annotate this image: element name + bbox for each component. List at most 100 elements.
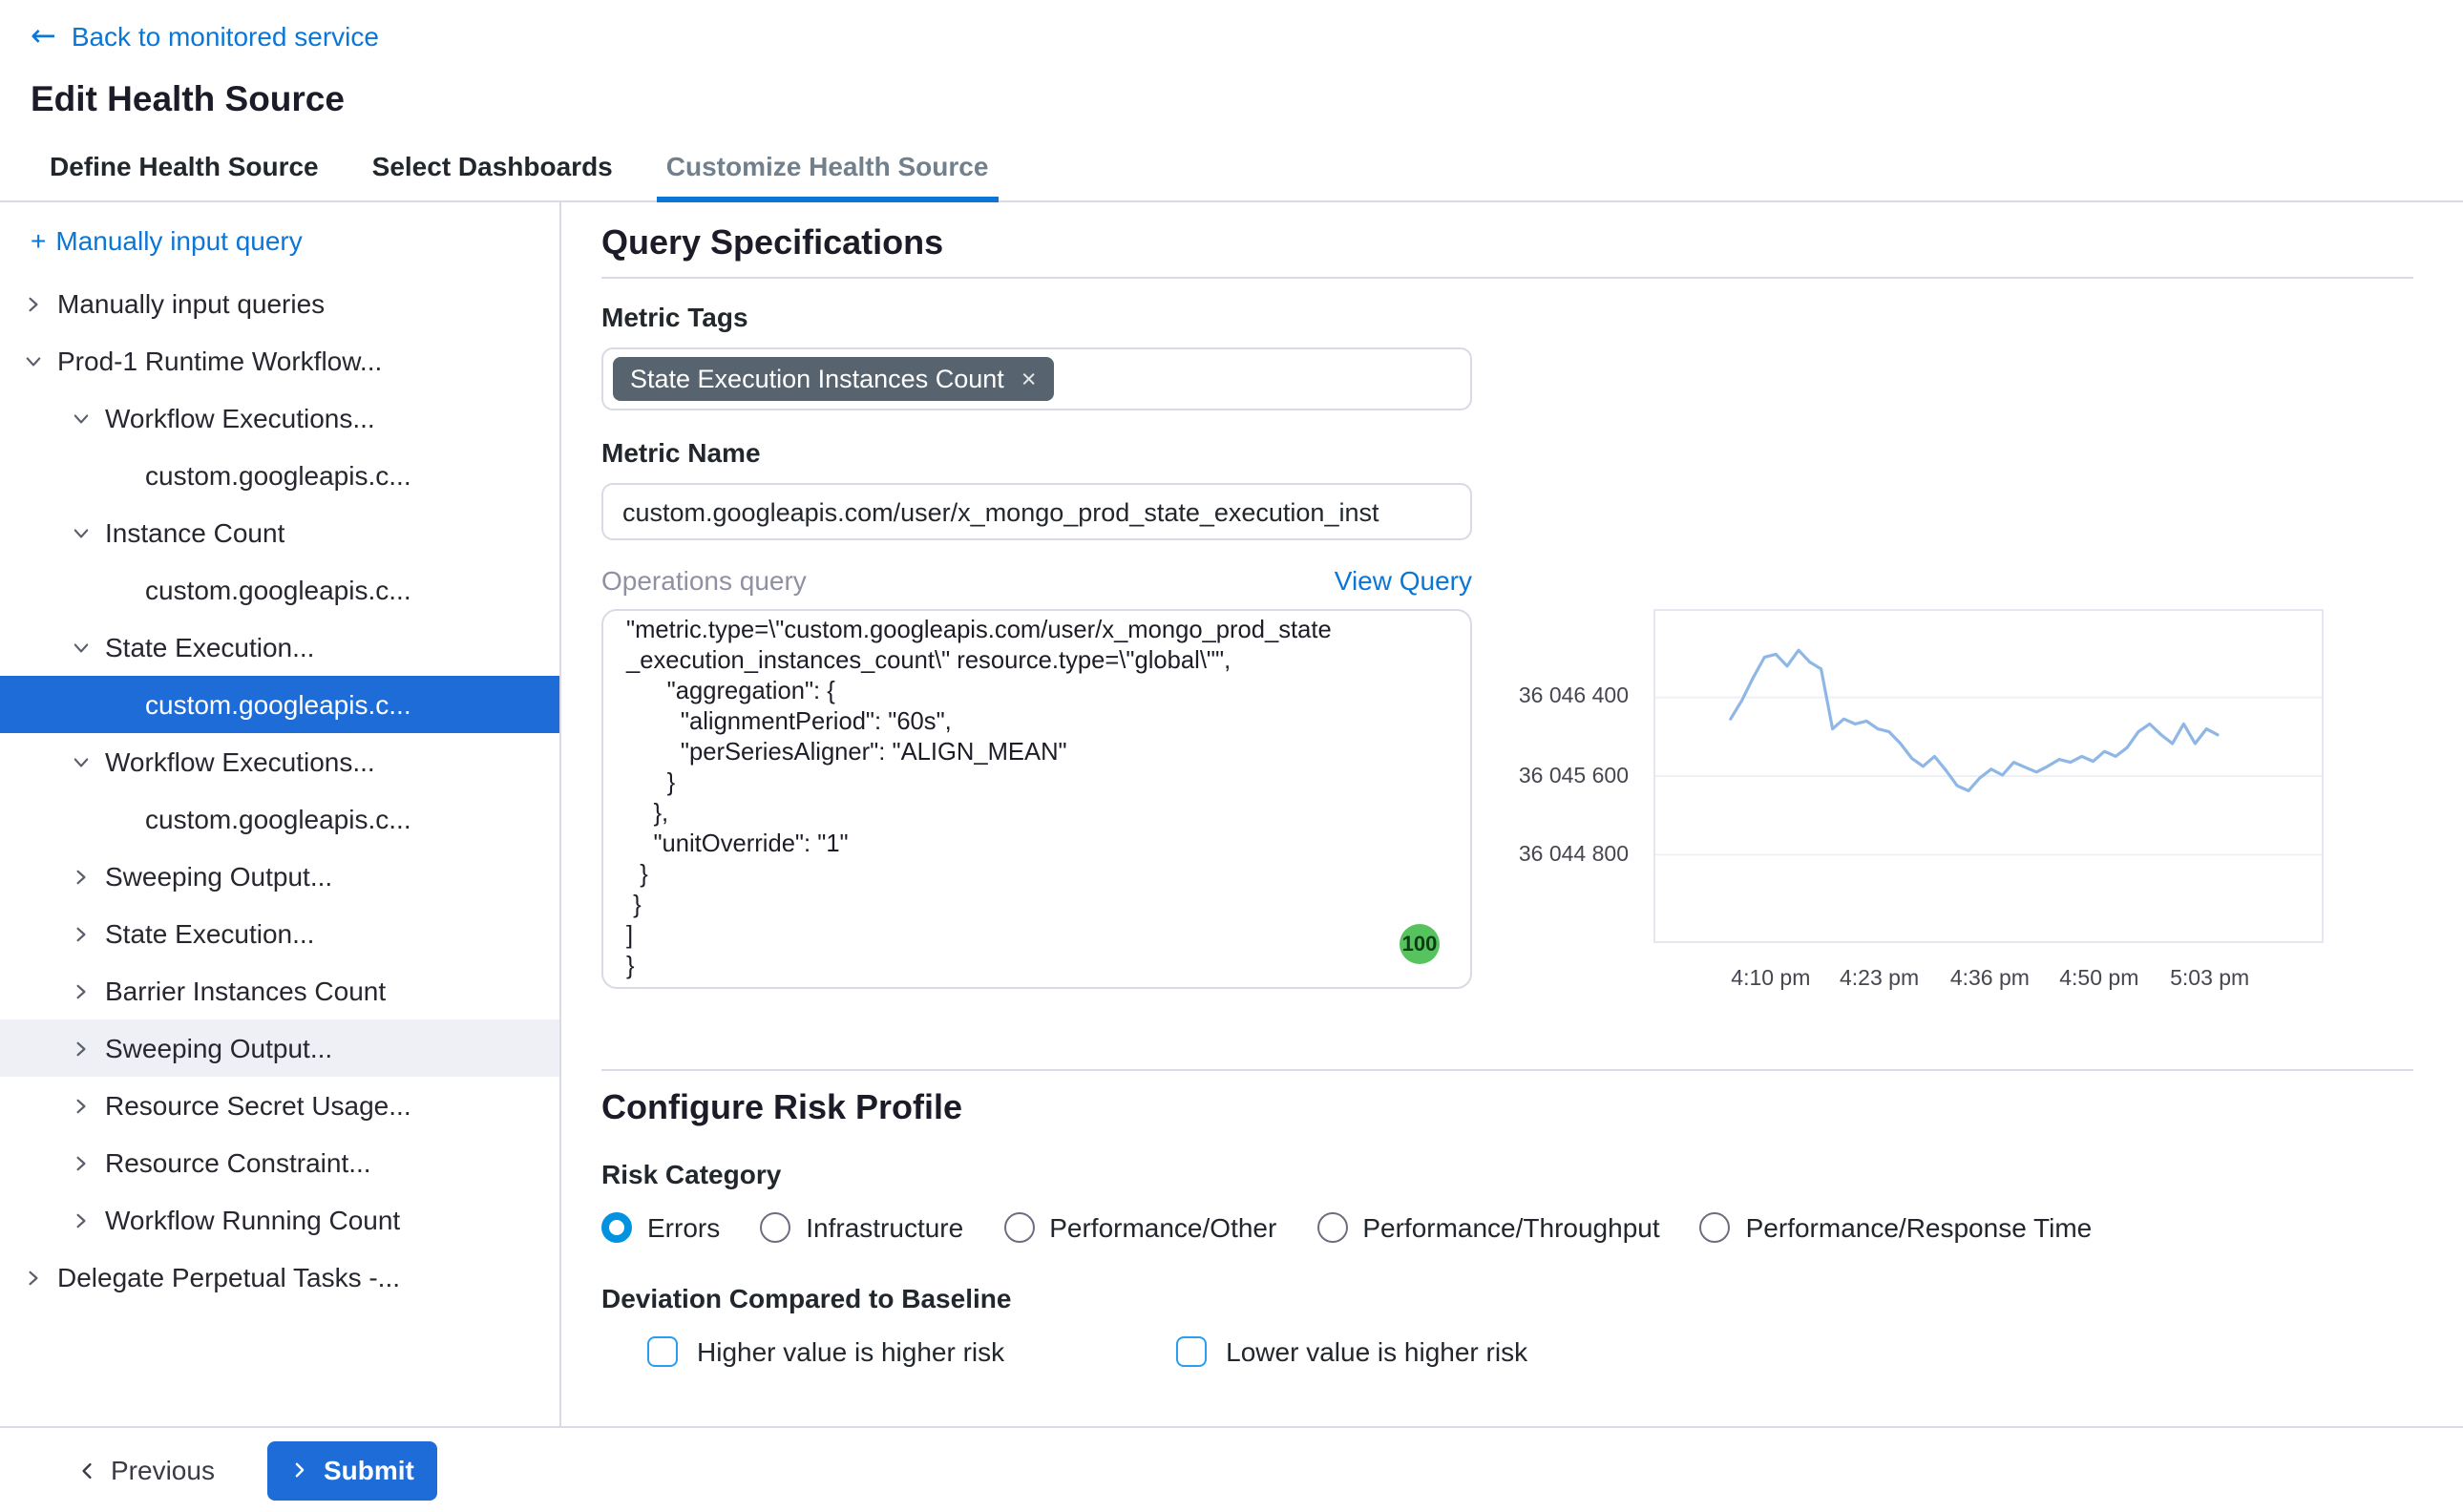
tree-item-prod-1-runtime-workflow[interactable]: Prod-1 Runtime Workflow... (0, 332, 559, 389)
chart-plot-area (1653, 609, 2324, 943)
x-axis-tick-label: 4:23 pm (1840, 968, 1919, 991)
radio-icon (601, 1212, 632, 1243)
chevron-down-icon[interactable] (71, 522, 92, 543)
previous-button-label: Previous (111, 1455, 215, 1485)
chevron-right-icon[interactable] (71, 1209, 92, 1230)
radio-label: Performance/Other (1049, 1212, 1276, 1243)
tab-define-health-source[interactable]: Define Health Source (46, 130, 323, 200)
previous-button[interactable]: Previous (76, 1455, 215, 1485)
risk-category-radio-performance-throughput[interactable]: Performance/Throughput (1316, 1212, 1659, 1243)
deviation-checkbox-lower-value-is-higher-risk[interactable]: Lower value is higher risk (1176, 1336, 1527, 1367)
tree-item-sweeping-output[interactable]: Sweeping Output... (0, 1019, 559, 1077)
chevron-down-icon[interactable] (71, 637, 92, 658)
tree-item-label: Workflow Running Count (105, 1205, 400, 1235)
risk-category-radio-performance-response-time[interactable]: Performance/Response Time (1700, 1212, 2093, 1243)
risk-category-radio-infrastructure[interactable]: Infrastructure (760, 1212, 963, 1243)
operations-query-row: Operations query View Query (601, 563, 1472, 596)
deviation-checkbox-group: Higher value is higher risk Lower value i… (647, 1334, 2413, 1369)
tree-item-sweeping-output[interactable]: Sweeping Output... (0, 848, 559, 905)
tree-item-label: Workflow Executions... (105, 746, 375, 777)
tab-label: Customize Health Source (666, 150, 989, 180)
tree-item-instance-count[interactable]: Instance Count (0, 504, 559, 561)
submit-button[interactable]: Submit (268, 1440, 437, 1500)
tree-item-resource-constraint[interactable]: Resource Constraint... (0, 1134, 559, 1191)
risk-category-radio-errors[interactable]: Errors (601, 1212, 720, 1243)
x-axis-tick-label: 4:10 pm (1731, 968, 1810, 991)
tab-customize-health-source[interactable]: Customize Health Source (663, 130, 993, 200)
risk-category-radio-performance-other[interactable]: Performance/Other (1003, 1212, 1276, 1243)
content-area: + Manually input query Manually input qu… (0, 202, 2463, 1426)
page-header: ← Back to monitored service Edit Health … (0, 0, 2463, 120)
x-axis-tick-label: 4:36 pm (1950, 968, 2030, 991)
tree-item-state-execution[interactable]: State Execution... (0, 619, 559, 676)
chevron-right-icon[interactable] (71, 866, 92, 887)
app-root: ← Back to monitored service Edit Health … (0, 0, 2463, 1512)
deviation-label: Deviation Compared to Baseline (601, 1283, 2413, 1315)
radio-label: Performance/Throughput (1362, 1212, 1659, 1243)
configure-risk-profile-title: Configure Risk Profile (601, 1086, 2413, 1128)
chevron-right-icon[interactable] (23, 1267, 44, 1288)
main-panel: Query Specifications Metric Tags State E… (561, 202, 2463, 1426)
chevron-right-icon[interactable] (23, 293, 44, 314)
chevron-right-icon (291, 1460, 310, 1480)
risk-category-radio-group: Errors Infrastructure Performance/Other Per… (601, 1210, 2413, 1245)
tab-label: Select Dashboards (372, 150, 613, 180)
tree-item-manually-input-queries[interactable]: Manually input queries (0, 275, 559, 332)
chevron-right-icon[interactable] (71, 1095, 92, 1116)
view-query-link[interactable]: View Query (1335, 564, 1472, 595)
operations-query-text: "filter": "metric.type=\"custom.googleap… (626, 609, 1447, 981)
tree-item-workflow-running-count[interactable]: Workflow Running Count (0, 1191, 559, 1249)
manually-input-query-link[interactable]: + Manually input query (0, 221, 559, 260)
operations-query-label: Operations query (601, 564, 807, 595)
tree-item-custom-googleapis-c[interactable]: custom.googleapis.c... (0, 447, 559, 504)
metric-tags-input[interactable]: State Execution Instances Count × (601, 347, 1472, 410)
tree-item-label: custom.googleapis.c... (145, 460, 411, 491)
back-link[interactable]: ← Back to monitored service (31, 21, 379, 52)
tree-item-barrier-instances-count[interactable]: Barrier Instances Count (0, 962, 559, 1019)
tree-item-label: Workflow Executions... (105, 403, 375, 433)
chevron-down-icon[interactable] (23, 350, 44, 371)
radio-label: Performance/Response Time (1746, 1212, 2093, 1243)
query-specifications-title: Query Specifications (601, 221, 2413, 263)
checkbox-label: Higher value is higher risk (697, 1336, 1004, 1367)
metric-name-label: Metric Name (601, 437, 2413, 470)
tab-bar: Define Health Source Select Dashboards Cus… (0, 130, 2463, 202)
metric-tag-chip: State Execution Instances Count × (613, 357, 1054, 401)
metric-name-input[interactable] (601, 483, 1472, 540)
chevron-right-icon[interactable] (71, 1038, 92, 1059)
metric-preview-chart: 36 046 40036 045 60036 044 800 4:10 pm4:… (1653, 609, 2324, 995)
deviation-checkbox-higher-value-is-higher-risk[interactable]: Higher value is higher risk (647, 1336, 1004, 1367)
manually-input-query-label: Manually input query (55, 225, 302, 256)
submit-button-label: Submit (324, 1455, 414, 1485)
operations-query-editor[interactable]: "filter": "metric.type=\"custom.googleap… (601, 609, 1472, 989)
tree-item-custom-googleapis-c[interactable]: custom.googleapis.c... (0, 676, 559, 733)
tab-select-dashboards[interactable]: Select Dashboards (368, 130, 617, 200)
tree-item-workflow-executions[interactable]: Workflow Executions... (0, 733, 559, 790)
tree-item-state-execution[interactable]: State Execution... (0, 905, 559, 962)
tree-item-label: custom.googleapis.c... (145, 689, 411, 720)
chevron-down-icon[interactable] (71, 751, 92, 772)
timeseries-line-chart (1653, 609, 2324, 943)
tree-item-custom-googleapis-c[interactable]: custom.googleapis.c... (0, 790, 559, 848)
tree-item-custom-googleapis-c[interactable]: custom.googleapis.c... (0, 561, 559, 619)
remove-tag-icon[interactable]: × (1021, 365, 1037, 393)
tree-item-workflow-executions[interactable]: Workflow Executions... (0, 389, 559, 447)
chevron-right-icon[interactable] (71, 980, 92, 1001)
back-link-label: Back to monitored service (72, 21, 379, 52)
chevron-right-icon[interactable] (71, 1152, 92, 1173)
tab-label: Define Health Source (50, 150, 319, 180)
tree-item-label: Sweeping Output... (105, 861, 332, 892)
radio-icon (1700, 1212, 1731, 1243)
chevron-down-icon[interactable] (71, 408, 92, 429)
tree-item-label: State Execution... (105, 918, 314, 949)
query-tree-sidebar: + Manually input query Manually input qu… (0, 202, 561, 1426)
radio-label: Errors (647, 1212, 720, 1243)
tree-item-resource-secret-usage[interactable]: Resource Secret Usage... (0, 1077, 559, 1134)
y-axis-tick-label: 36 045 600 (1519, 765, 1629, 788)
back-arrow-icon: ← (31, 21, 56, 52)
tree-item-label: Barrier Instances Count (105, 976, 386, 1006)
chevron-right-icon[interactable] (71, 923, 92, 944)
tree-item-delegate-perpetual-tasks[interactable]: Delegate Perpetual Tasks -... (0, 1249, 559, 1306)
radio-icon (760, 1212, 790, 1243)
y-axis-tick-label: 36 044 800 (1519, 843, 1629, 866)
